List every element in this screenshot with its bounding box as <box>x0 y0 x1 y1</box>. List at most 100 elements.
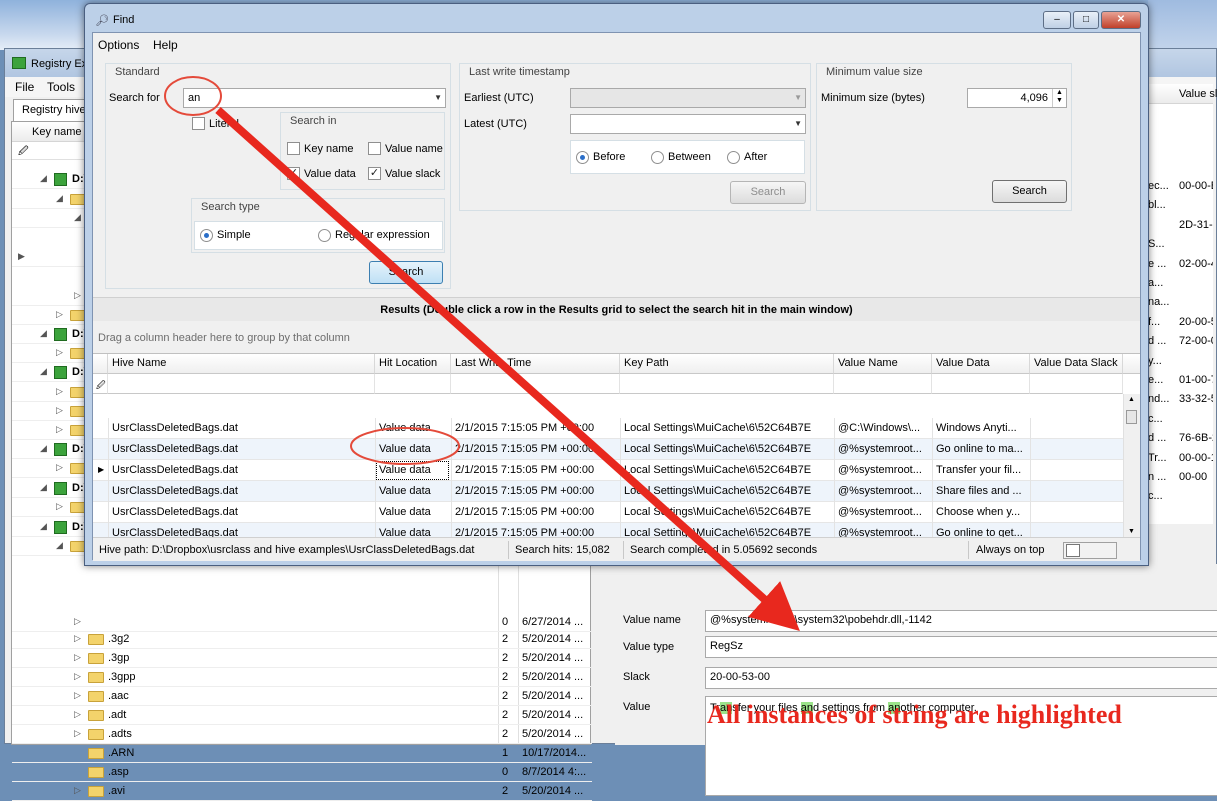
list-item[interactable]: ▷ .avi 2 5/20/2014 ... <box>12 782 592 801</box>
between-radio[interactable] <box>651 151 664 164</box>
chevron-down-icon[interactable]: ▼ <box>794 93 802 102</box>
expand-arrow-icon[interactable]: ▷ <box>74 690 81 701</box>
expand-arrow-icon[interactable]: ▷ <box>74 671 81 682</box>
spin-up-down-icon[interactable]: ▲ ▼ <box>1052 89 1066 107</box>
table-row[interactable]: UsrClassDeletedBags.dat Value data 2/1/201… <box>93 418 1123 439</box>
filter-value-name[interactable] <box>834 374 932 394</box>
value-row[interactable]: n ... 00-00 <box>1148 468 1213 487</box>
value-row[interactable]: S... <box>1148 235 1213 254</box>
results-scrollbar[interactable]: ▲ ▼ <box>1123 394 1140 537</box>
expand-arrow-icon[interactable]: ▷ <box>74 785 81 796</box>
value-row[interactable]: c... <box>1148 410 1213 429</box>
column-value-data[interactable]: Value Data <box>932 354 1030 374</box>
scroll-up-icon[interactable]: ▲ <box>1128 396 1135 403</box>
menu-tools[interactable]: Tools <box>47 80 75 94</box>
collapse-arrow-icon[interactable]: ◢ <box>40 173 47 184</box>
value-row[interactable]: a... <box>1148 274 1213 293</box>
table-row[interactable]: UsrClassDeletedBags.dat Value data 2/1/201… <box>93 439 1123 460</box>
column-key-name[interactable]: Key name <box>32 126 82 138</box>
minimize-button[interactable]: – <box>1043 11 1071 29</box>
latest-date-picker[interactable]: ▼ <box>570 114 806 134</box>
filter-hit-location[interactable] <box>375 374 451 394</box>
value-row[interactable]: c... <box>1148 487 1213 506</box>
expand-arrow-icon[interactable]: ▷ <box>56 405 63 416</box>
value-slack-checkbox[interactable]: ✓ <box>368 167 381 180</box>
expand-arrow-icon[interactable]: ▷ <box>56 309 63 320</box>
value-type-field[interactable]: RegSz <box>705 636 1217 658</box>
column-value-slack[interactable]: Value sla <box>1179 88 1217 100</box>
value-row[interactable]: bl... <box>1148 196 1213 215</box>
maximize-button[interactable]: □ <box>1073 11 1099 29</box>
value-row[interactable]: ec... 00-00-B <box>1148 177 1213 196</box>
value-name-checkbox[interactable] <box>368 142 381 155</box>
list-item[interactable]: ▷ .adts 2 5/20/2014 ... <box>12 725 592 744</box>
list-item[interactable]: ▷ .3gp 2 5/20/2014 ... <box>12 649 592 668</box>
collapse-arrow-icon[interactable]: ◢ <box>56 540 63 551</box>
value-data-checkbox[interactable]: ✓ <box>287 167 300 180</box>
collapse-arrow-icon[interactable]: ◢ <box>40 366 47 377</box>
after-radio[interactable] <box>727 151 740 164</box>
simple-radio[interactable] <box>200 229 213 242</box>
expand-arrow-icon[interactable]: ▷ <box>56 462 63 473</box>
list-item[interactable]: ▷ .3gpp 2 5/20/2014 ... <box>12 668 592 687</box>
always-on-top-toggle[interactable] <box>1063 542 1117 559</box>
filter-value-data[interactable] <box>932 374 1030 394</box>
expand-arrow-icon[interactable]: ▷ <box>74 290 81 301</box>
min-size-stepper[interactable]: 4,096 ▲ ▼ <box>967 88 1067 108</box>
min-size-search-button[interactable]: Search <box>992 180 1067 203</box>
collapse-arrow-icon[interactable]: ◢ <box>56 193 63 204</box>
column-hive-name[interactable]: Hive Name <box>108 354 375 374</box>
value-row[interactable]: 2D-31-3 <box>1148 216 1213 235</box>
filter-key-path[interactable] <box>620 374 834 394</box>
column-hit-location[interactable]: Hit Location <box>375 354 451 374</box>
close-button[interactable]: ✕ <box>1101 11 1141 29</box>
value-row[interactable]: Tr... 00-00-1 <box>1148 449 1213 468</box>
expand-arrow-icon[interactable]: ▷ <box>56 386 63 397</box>
list-item[interactable]: .ARN 1 10/17/2014... <box>12 744 592 763</box>
standard-search-button[interactable]: Search <box>369 261 443 284</box>
table-row[interactable]: UsrClassDeletedBags.dat Value data 2/1/201… <box>93 481 1123 502</box>
filter-value-data-slack[interactable] <box>1030 374 1123 394</box>
value-row[interactable]: na... <box>1148 293 1213 312</box>
earliest-date-picker[interactable]: ▼ <box>570 88 806 108</box>
table-row[interactable]: ▶ UsrClassDeletedBags.dat Value data 2/1/20… <box>93 460 1123 481</box>
menu-help[interactable]: Help <box>153 38 178 52</box>
slack-field[interactable]: 20-00-53-00 <box>705 667 1217 689</box>
literal-checkbox[interactable] <box>192 117 205 130</box>
expand-arrow-icon[interactable]: ▷ <box>56 501 63 512</box>
collapse-arrow-icon[interactable]: ◢ <box>40 521 47 532</box>
menu-file[interactable]: File <box>15 80 34 94</box>
filter-hive-name[interactable] <box>108 374 375 394</box>
before-radio[interactable] <box>576 151 589 164</box>
table-row[interactable]: UsrClassDeletedBags.dat Value data 2/1/201… <box>93 502 1123 523</box>
expand-arrow-icon[interactable]: ▷ <box>74 652 81 663</box>
collapse-arrow-icon[interactable]: ◢ <box>74 212 81 223</box>
regex-radio[interactable] <box>318 229 331 242</box>
column-last-write-time[interactable]: Last Write Time <box>451 354 620 374</box>
list-item[interactable]: ▷ .aac 2 5/20/2014 ... <box>12 687 592 706</box>
chevron-down-icon[interactable]: ▼ <box>434 93 442 102</box>
list-item[interactable]: ▷ .adt 2 5/20/2014 ... <box>12 706 592 725</box>
expand-arrow-icon[interactable]: ▷ <box>56 347 63 358</box>
column-key-path[interactable]: Key Path <box>620 354 834 374</box>
expand-arrow-icon[interactable]: ▷ <box>74 633 81 644</box>
collapse-arrow-icon[interactable]: ◢ <box>40 482 47 493</box>
collapse-arrow-icon[interactable]: ◢ <box>40 328 47 339</box>
value-row[interactable]: d ... 72-00-0 <box>1148 332 1213 351</box>
chevron-down-icon[interactable]: ▼ <box>794 119 802 128</box>
list-item[interactable]: .asp 0 8/7/2014 4:... <box>12 763 592 782</box>
value-row[interactable]: e ... 02-00-4 <box>1148 255 1213 274</box>
expand-arrow-icon[interactable]: ▷ <box>74 616 81 627</box>
expand-arrow-icon[interactable]: ▷ <box>56 424 63 435</box>
menu-options[interactable]: Options <box>98 38 139 52</box>
timestamp-search-button[interactable]: Search <box>730 181 806 204</box>
collapse-arrow-icon[interactable]: ◢ <box>40 443 47 454</box>
scrollbar-thumb[interactable] <box>1126 410 1137 424</box>
tab-registry-hives[interactable]: Registry hive <box>13 99 93 121</box>
value-row[interactable]: y... <box>1148 352 1213 371</box>
value-row[interactable]: f... 20-00-5 <box>1148 313 1213 332</box>
value-name-field[interactable]: @%systemroot%\system32\pobehdr.dll,-1142 <box>705 610 1217 632</box>
row-pointer-icon[interactable]: ▶ <box>18 251 25 262</box>
filter-last-write-time[interactable] <box>451 374 620 394</box>
value-row[interactable]: nd... 33-32-5 <box>1148 390 1213 409</box>
